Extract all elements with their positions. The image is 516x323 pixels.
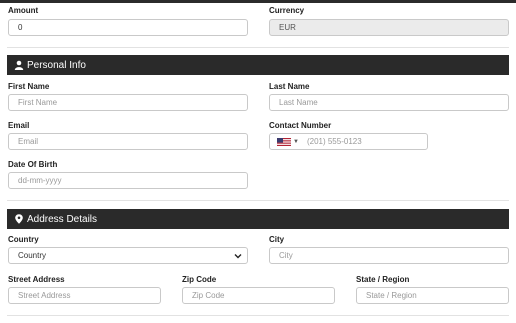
email-label: Email: [8, 121, 30, 130]
currency-label: Currency: [269, 6, 305, 15]
amount-label: Amount: [8, 6, 39, 15]
last-name-placeholder: Last Name: [279, 98, 318, 107]
zip-code-placeholder: Zip Code: [192, 291, 225, 300]
dob-input[interactable]: dd-mm-yyyy: [8, 172, 248, 189]
first-name-placeholder: First Name: [18, 98, 58, 107]
country-code-caret-icon[interactable]: ▼: [293, 139, 299, 145]
amount-value: 0: [18, 23, 23, 32]
state-region-label: State / Region: [356, 275, 410, 284]
last-name-label: Last Name: [269, 82, 310, 91]
email-placeholder: Email: [18, 137, 39, 146]
street-address-placeholder: Street Address: [18, 291, 71, 300]
email-input[interactable]: Email: [8, 133, 248, 150]
country-label: Country: [8, 235, 39, 244]
zip-code-input[interactable]: Zip Code: [182, 287, 335, 304]
dob-label: Date Of Birth: [8, 160, 58, 169]
section-divider: [7, 315, 509, 316]
city-label: City: [269, 235, 285, 244]
us-flag-icon[interactable]: [277, 137, 291, 146]
last-name-input[interactable]: Last Name: [269, 94, 509, 111]
address-details-header: Address Details: [7, 209, 509, 229]
dob-placeholder: dd-mm-yyyy: [18, 176, 62, 185]
contact-number-placeholder: (201) 555-0123: [306, 137, 362, 146]
first-name-label: First Name: [8, 82, 50, 91]
section-divider: [7, 200, 509, 201]
chevron-down-icon[interactable]: [234, 252, 242, 260]
top-border: [0, 0, 516, 3]
city-input[interactable]: City: [269, 247, 509, 264]
street-address-input[interactable]: Street Address: [8, 287, 161, 304]
section-divider: [7, 47, 509, 48]
country-selected-value: Country: [18, 251, 47, 260]
contact-number-label: Contact Number: [269, 121, 332, 130]
address-details-title: Address Details: [27, 213, 98, 225]
user-icon: [14, 60, 24, 70]
currency-value: EUR: [279, 23, 296, 32]
street-address-label: Street Address: [8, 275, 65, 284]
first-name-input[interactable]: First Name: [8, 94, 248, 111]
state-region-input[interactable]: State / Region: [356, 287, 509, 304]
state-region-placeholder: State / Region: [366, 291, 417, 300]
personal-info-title: Personal Info: [27, 59, 86, 71]
currency-field: EUR: [269, 19, 509, 36]
city-placeholder: City: [279, 251, 293, 260]
contact-number-input[interactable]: ▼ (201) 555-0123: [269, 133, 428, 150]
amount-input[interactable]: 0: [8, 19, 248, 36]
zip-code-label: Zip Code: [182, 275, 217, 284]
country-select[interactable]: Country: [8, 247, 248, 264]
personal-info-header: Personal Info: [7, 55, 509, 75]
map-marker-icon: [14, 214, 24, 224]
